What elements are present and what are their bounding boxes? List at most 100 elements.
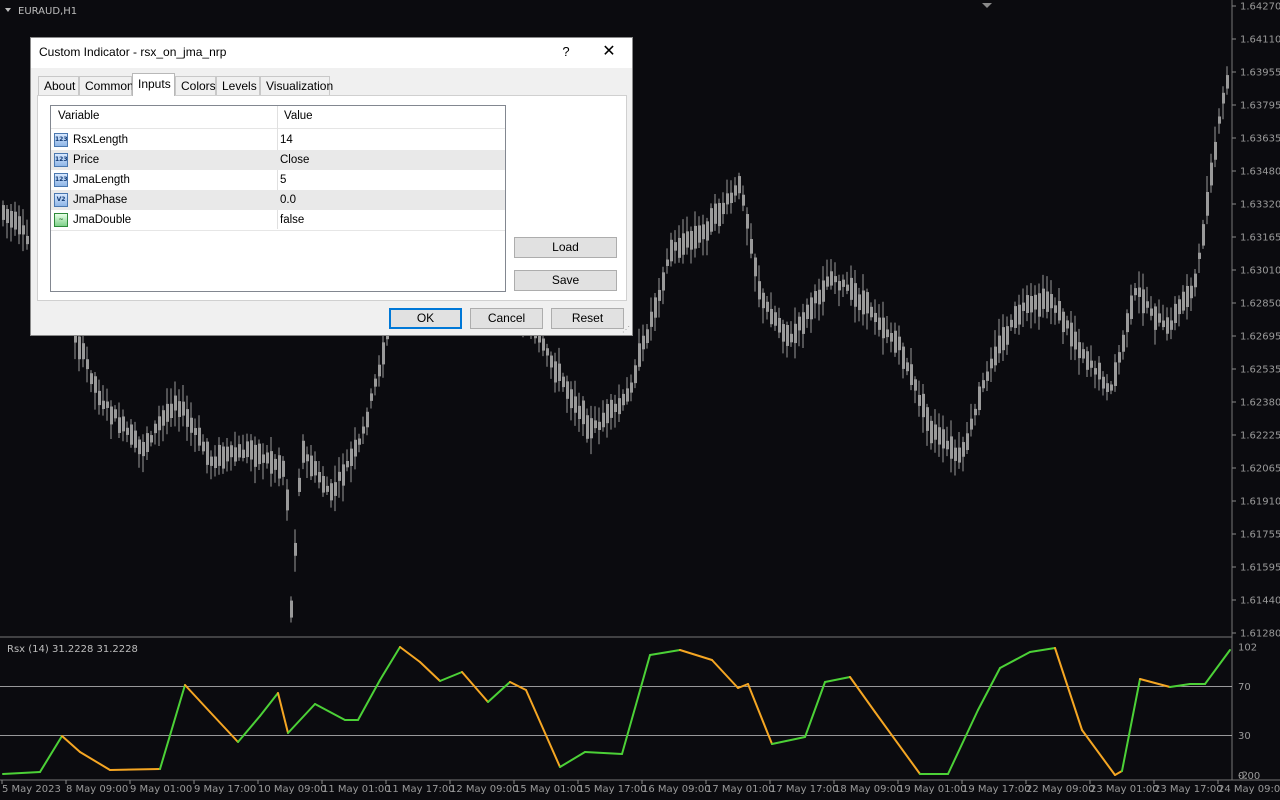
candle-body	[358, 438, 361, 445]
tab-levels[interactable]: Levels	[216, 76, 260, 95]
rsx-segment	[999, 651, 1031, 669]
symbol-menu-icon[interactable]	[5, 8, 11, 12]
row-value[interactable]: 0.0	[280, 194, 296, 206]
row-value[interactable]: Close	[280, 154, 309, 166]
candle-body	[286, 489, 289, 511]
tab-about[interactable]: About	[38, 76, 79, 95]
candle-body	[874, 312, 877, 323]
dialog-titlebar[interactable]: Custom Indicator - rsx_on_jma_nrp ? ✕	[31, 38, 632, 68]
tab-inputs[interactable]: Inputs	[132, 73, 175, 96]
candle-body	[1062, 311, 1065, 333]
tab-colors[interactable]: Colors	[175, 76, 216, 95]
candle-body	[810, 297, 813, 320]
candle-body	[1146, 301, 1149, 308]
candle-body	[118, 417, 121, 433]
tab-visualization[interactable]: Visualization	[260, 76, 333, 95]
candle-body	[138, 439, 141, 455]
candle-body	[1022, 302, 1025, 311]
candle-body	[1170, 320, 1173, 330]
time-tick-label: 24 May 09:00	[1218, 784, 1280, 795]
candle-body	[6, 209, 9, 224]
rsx-segment	[771, 736, 806, 745]
candle-body	[2, 205, 5, 220]
candle-body	[1178, 299, 1181, 315]
help-button[interactable]: ?	[556, 41, 576, 63]
candle-body	[1050, 294, 1053, 309]
reset-button[interactable]: Reset	[551, 308, 624, 329]
candle-body	[210, 456, 213, 466]
shift-marker-icon[interactable]	[982, 3, 992, 8]
ok-button[interactable]: OK	[389, 308, 462, 329]
variable-column-header[interactable]: Variable	[58, 110, 99, 122]
candle-body	[254, 444, 257, 467]
table-row[interactable]: V2 JmaPhase 0.0	[51, 190, 505, 210]
candle-body	[738, 176, 741, 194]
candle-body	[242, 449, 245, 458]
candle-body	[178, 401, 181, 417]
candle-body	[1074, 331, 1077, 350]
candle-body	[774, 312, 777, 326]
candle-body	[542, 338, 545, 351]
candle-body	[910, 364, 913, 385]
candle-body	[26, 235, 29, 245]
candle-body	[1014, 306, 1017, 328]
table-row[interactable]: 123 JmaLength 5	[51, 170, 505, 190]
row-value[interactable]: 14	[280, 134, 293, 146]
candle-body	[194, 428, 197, 435]
indicator-levels	[0, 685, 1232, 737]
candle-body	[550, 355, 553, 368]
candle-body	[122, 416, 125, 432]
table-row[interactable]: 123 Price Close	[51, 150, 505, 170]
candle-body	[258, 443, 261, 465]
candle-body	[746, 214, 749, 229]
resize-grip-icon[interactable]: ⋰	[622, 325, 630, 334]
time-tick-label: 15 May 17:00	[578, 784, 647, 795]
tab-common[interactable]: Common	[79, 76, 134, 95]
candle-body	[946, 440, 949, 450]
candle-body	[570, 389, 573, 409]
candle-body	[1046, 291, 1049, 312]
rsx-segment	[977, 667, 1001, 711]
candle-body	[1182, 291, 1185, 311]
level-label: 70	[1238, 682, 1251, 693]
candle-body	[646, 329, 649, 344]
time-tick-label: 19 May 01:00	[898, 784, 967, 795]
candle-body	[666, 259, 669, 266]
time-tick-label: 11 May 01:00	[322, 784, 391, 795]
candle-body	[558, 363, 561, 382]
candle-body	[334, 482, 337, 496]
candle-body	[338, 471, 341, 481]
candle-body	[278, 455, 281, 479]
candle-body	[1030, 296, 1033, 313]
load-button[interactable]: Load	[514, 237, 617, 258]
candle-body	[770, 308, 773, 325]
price-tick-label: 1.61595	[1240, 563, 1280, 574]
candle-body	[94, 376, 97, 393]
rsx-segment	[487, 681, 511, 703]
value-column-header[interactable]: Value	[284, 110, 313, 122]
candle-body	[326, 485, 329, 492]
candle-body	[698, 225, 701, 243]
candle-body	[562, 376, 565, 388]
rsx-segment	[747, 683, 773, 745]
candle-body	[270, 451, 273, 474]
close-button[interactable]: ✕	[596, 41, 622, 63]
candle-body	[262, 454, 265, 463]
candle-body	[674, 242, 677, 251]
grid-header: Variable Value	[51, 106, 505, 129]
table-row[interactable]: 123 RsxLength 14	[51, 130, 505, 150]
candle-body	[1226, 75, 1229, 89]
cancel-button[interactable]: Cancel	[470, 308, 543, 329]
candle-body	[730, 192, 733, 204]
row-value[interactable]: 5	[280, 174, 286, 186]
price-tick-label: 1.62380	[1240, 398, 1280, 409]
candle-body	[934, 424, 937, 440]
save-button[interactable]: Save	[514, 270, 617, 291]
candle-body	[350, 448, 353, 466]
table-row[interactable]: ~ JmaDouble false	[51, 210, 505, 230]
row-value[interactable]: false	[280, 214, 304, 226]
rsx-segment	[314, 703, 346, 721]
candle-body	[182, 401, 185, 416]
candle-body	[846, 284, 849, 291]
rsx-segment	[1114, 770, 1123, 776]
